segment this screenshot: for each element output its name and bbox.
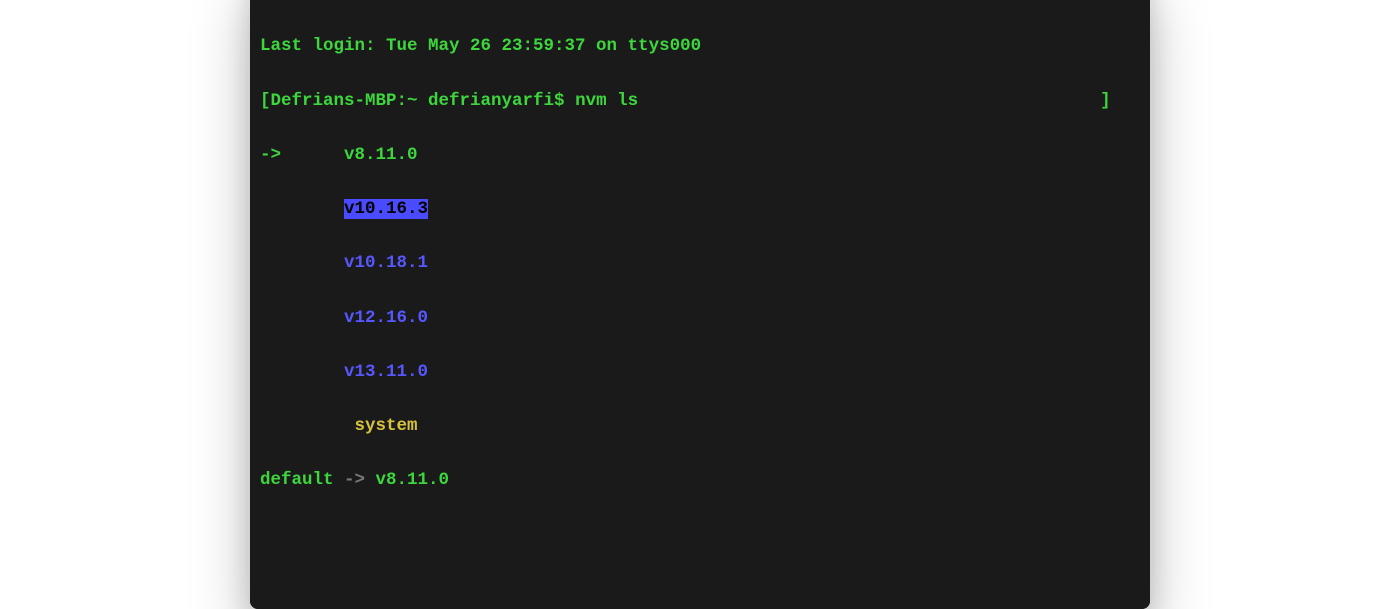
command-text: nvm ls <box>575 91 638 111</box>
pad <box>260 416 355 436</box>
version-item: v13.11.0 <box>344 362 428 382</box>
prompt-bracket-open: [ <box>260 91 271 111</box>
default-version: v8.11.0 <box>376 470 450 490</box>
default-label: default <box>260 470 334 490</box>
version-item: v10.18.1 <box>344 253 428 273</box>
version-selected: v10.16.3 <box>344 199 428 219</box>
pad <box>260 253 344 273</box>
prompt-text: Defrians-MBP:~ defrianyarfi$ <box>271 91 576 111</box>
default-arrow: -> <box>334 470 376 490</box>
pad <box>260 199 344 219</box>
prompt-spacer <box>638 91 1100 111</box>
current-version: v8.11.0 <box>344 145 418 165</box>
version-item: v12.16.0 <box>344 308 428 328</box>
last-login-line: Last login: Tue May 26 23:59:37 on ttys0… <box>260 36 701 56</box>
pad <box>260 308 344 328</box>
terminal-window: 🏠 defrianyarfi — -bash — 80×9 Last login… <box>250 0 1150 609</box>
system-label: system <box>355 416 418 436</box>
pad <box>260 362 344 382</box>
terminal-body[interactable]: Last login: Tue May 26 23:59:37 on ttys0… <box>250 0 1150 609</box>
current-arrow: -> <box>260 145 281 165</box>
prompt-bracket-close: ] <box>1100 91 1111 111</box>
pad <box>281 145 344 165</box>
